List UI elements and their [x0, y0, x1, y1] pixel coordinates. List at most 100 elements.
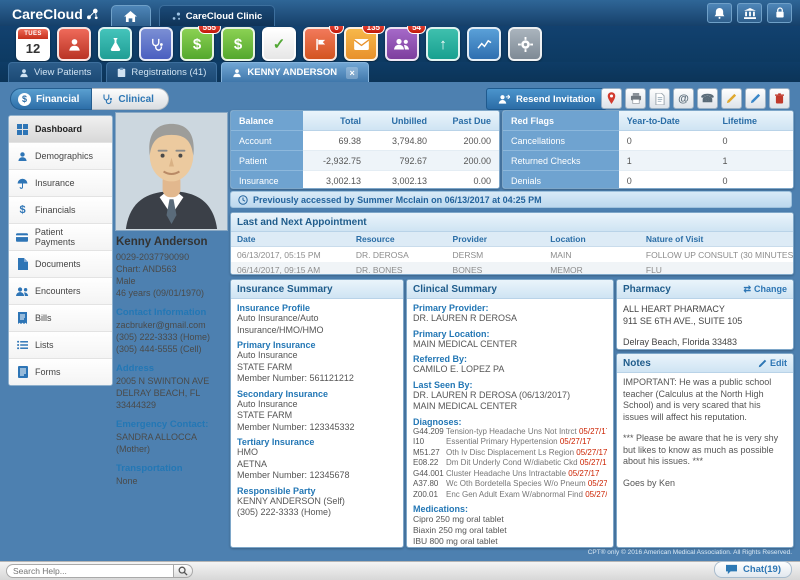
balance-header-row: Balance Total Unbilled Past Due [231, 111, 499, 131]
diagnosis-row: G44.209Tension-typ Headache Uns Not Intr… [413, 427, 607, 438]
table-row: Cancellations 0 0 [503, 131, 793, 151]
sidebar-item-bills[interactable]: Bills [9, 305, 112, 332]
note-paragraph: *** Please be aware that he is very shy … [623, 433, 787, 468]
cell-unbilled: 792.67 [369, 151, 435, 171]
primary-insurance-label: Primary Insurance [237, 340, 397, 350]
clinical-summary-title: Clinical Summary [413, 284, 497, 295]
cell-lifetime: 0 [714, 131, 793, 151]
clinical-summary-title-bar: Clinical Summary [407, 280, 613, 299]
reports-icon[interactable]: ↑ [426, 27, 460, 61]
messages-icon[interactable]: 135 [344, 27, 378, 61]
notes-title-bar: Notes Edit [617, 354, 793, 373]
arrow-up-icon: ↑ [439, 37, 447, 52]
pharmacy-name: ALL HEART PHARMACY [623, 303, 787, 315]
cell-unbilled: 3,002.13 [369, 171, 435, 190]
settings-icon[interactable] [508, 27, 542, 61]
phone-button[interactable]: ☎ [697, 88, 718, 109]
sidebar-item-demographics[interactable]: Demographics [9, 143, 112, 170]
prescription-button[interactable] [745, 88, 766, 109]
change-pharmacy-link[interactable]: ⇄ Change [743, 284, 787, 295]
patient-photo [115, 112, 228, 231]
facility-button[interactable] [737, 3, 762, 23]
map-pin-button[interactable] [601, 88, 622, 109]
sidebar-item-documents[interactable]: Documents [9, 251, 112, 278]
search-help-input[interactable] [6, 564, 174, 578]
pharmacy-title: Pharmacy [623, 284, 671, 295]
pharmacy-panel: Pharmacy ⇄ Change ALL HEART PHARMACY 911… [616, 279, 794, 350]
search-button[interactable] [174, 564, 193, 578]
lifetime-header: Lifetime [714, 111, 793, 131]
patient-transportation: None [116, 475, 228, 487]
calendar-day: TUES [18, 29, 48, 39]
patient-tab-row: View Patients Registrations (41) KENNY A… [0, 62, 800, 82]
letter-button[interactable] [649, 88, 670, 109]
balance-panel: Balance Total Unbilled Past Due Account … [230, 110, 500, 189]
clinical-summary-panel: Clinical Summary Primary Provider: DR. L… [406, 279, 614, 548]
home-button[interactable] [111, 5, 151, 26]
cell-ytd: 0 [619, 131, 715, 151]
app-tab-carecloud-clinic[interactable]: CareCloud Clinic [159, 5, 276, 26]
tab-patient-kenny-anderson[interactable]: KENNY ANDERSON × [221, 62, 369, 82]
analytics-icon[interactable] [467, 27, 501, 61]
email-button[interactable]: @ [673, 88, 694, 109]
medication-row: Cipro 250 mg oral tablet [413, 514, 607, 525]
transportation-label: Transportation [116, 463, 228, 474]
queue-icon[interactable]: 54 [385, 27, 419, 61]
sidebar-item-lists[interactable]: Lists [9, 332, 112, 359]
calendar-icon[interactable]: TUES 12 [16, 27, 50, 61]
home-icon [124, 11, 137, 22]
edit-notes-link[interactable]: Edit [758, 358, 787, 368]
resend-invitation-button[interactable]: Resend Invitation [486, 88, 607, 110]
notes-panel: Notes Edit IMPORTANT: He was a public sc… [616, 353, 794, 548]
chat-bubble-icon [725, 564, 738, 575]
copyright-text: CPT® only © 2016 American Medical Associ… [588, 549, 792, 556]
notifications-button[interactable] [707, 3, 732, 23]
sidebar-item-financials[interactable]: $ Financials [9, 197, 112, 224]
brand-text: CareCloud [12, 6, 83, 22]
chat-button[interactable]: Chat(19) [714, 561, 792, 578]
tab-registrations[interactable]: Registrations (41) [106, 62, 217, 82]
balance-header: Balance [231, 111, 303, 131]
top-right-actions [702, 3, 800, 26]
delete-button[interactable] [769, 88, 790, 109]
sidebar-item-patient-payments[interactable]: Patient Payments [9, 224, 112, 251]
cell-past-due: 200.00 [435, 151, 499, 171]
table-row: Returned Checks 1 1 [503, 151, 793, 171]
molecule-icon [172, 12, 181, 21]
print-button[interactable] [625, 88, 646, 109]
pharmacy-title-bar: Pharmacy ⇄ Change [617, 280, 793, 299]
primary-provider-label: Primary Provider: [413, 303, 607, 313]
sidebar-item-insurance[interactable]: Insurance [9, 170, 112, 197]
diagnoses-label: Diagnoses: [413, 417, 607, 427]
stethoscope-icon [101, 93, 113, 105]
row-label: Returned Checks [503, 151, 619, 171]
lock-button[interactable] [767, 3, 792, 23]
appointments-panel: Last and Next Appointment Date Resource … [230, 212, 794, 275]
edit-button[interactable] [721, 88, 742, 109]
clinical-toggle-button[interactable]: Clinical [92, 88, 169, 110]
app-tab-label: CareCloud Clinic [186, 11, 263, 22]
diagnosis-row: A37.80Wc Oth Bordetella Species W/o Pneu… [413, 479, 607, 490]
billing-icon[interactable]: $ 555 [180, 27, 214, 61]
patient-phone-cell: (305) 444-5555 (Cell) [116, 343, 228, 355]
clinical-icon[interactable] [139, 27, 173, 61]
pen-icon [750, 93, 761, 104]
labs-icon[interactable] [98, 27, 132, 61]
cell-total: -2,932.75 [303, 151, 369, 171]
patient-address-line1: 2005 N SWINTON AVE [116, 375, 228, 387]
close-icon[interactable]: × [346, 67, 358, 79]
tab-label: Registrations (41) [131, 67, 206, 78]
collections-icon[interactable]: $ [221, 27, 255, 61]
sidebar-item-dashboard[interactable]: Dashboard [9, 116, 112, 143]
sidebar-item-encounters[interactable]: Encounters [9, 278, 112, 305]
search-icon [178, 566, 188, 576]
cell-past-due: 0.00 [435, 171, 499, 190]
resend-label: Resend Invitation [516, 94, 595, 105]
tasks-icon[interactable]: ✓ [262, 27, 296, 61]
tab-view-patients[interactable]: View Patients [8, 62, 102, 82]
patients-icon[interactable] [57, 27, 91, 61]
financial-toggle-button[interactable]: $ Financial [10, 88, 92, 110]
sidebar-item-forms[interactable]: Forms [9, 359, 112, 385]
flags-icon[interactable]: 6 [303, 27, 337, 61]
ytd-header: Year-to-Date [619, 111, 715, 131]
